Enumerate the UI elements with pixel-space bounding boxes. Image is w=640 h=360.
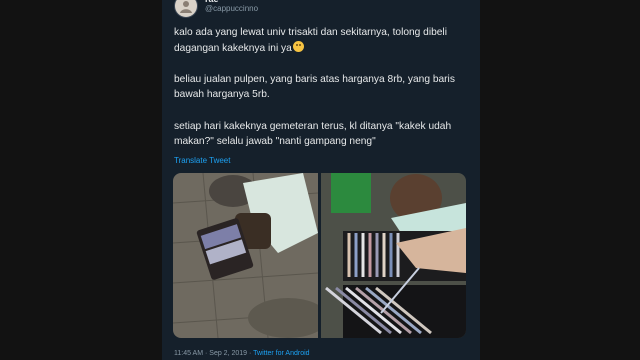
translate-tweet-link[interactable]: Translate Tweet — [174, 156, 230, 165]
tweet-photo-2[interactable] — [321, 173, 466, 338]
user-avatar-icon — [180, 1, 192, 13]
photo-vendor-sitting — [173, 173, 318, 338]
tweet-photo-1[interactable] — [173, 173, 318, 338]
tweet-meta: 11:45 AM · Sep 2, 2019 · Twitter for And… — [174, 350, 310, 357]
tweet-text: kalo ada yang lewat univ trisakti dan se… — [174, 25, 470, 150]
photo-pens-close-up — [321, 173, 466, 338]
crying-face-emoji-icon — [292, 40, 304, 52]
tweet-source[interactable]: Twitter for Android — [253, 350, 309, 357]
tweet-paragraph-1: kalo ada yang lewat univ trisakti dan se… — [174, 27, 447, 54]
screen: rae @cappuccinno kalo ada yang lewat uni… — [0, 0, 640, 360]
tweet-media[interactable] — [173, 173, 466, 338]
user-handle[interactable]: @cappuccinno — [205, 4, 258, 13]
tweet-timestamp[interactable]: 11:45 AM · Sep 2, 2019 · — [174, 350, 251, 357]
tweet-paragraph-3: setiap hari kakeknya gemeteran terus, kl… — [174, 120, 452, 148]
tweet-paragraph-2: beliau jualan pulpen, yang baris atas ha… — [174, 73, 455, 101]
